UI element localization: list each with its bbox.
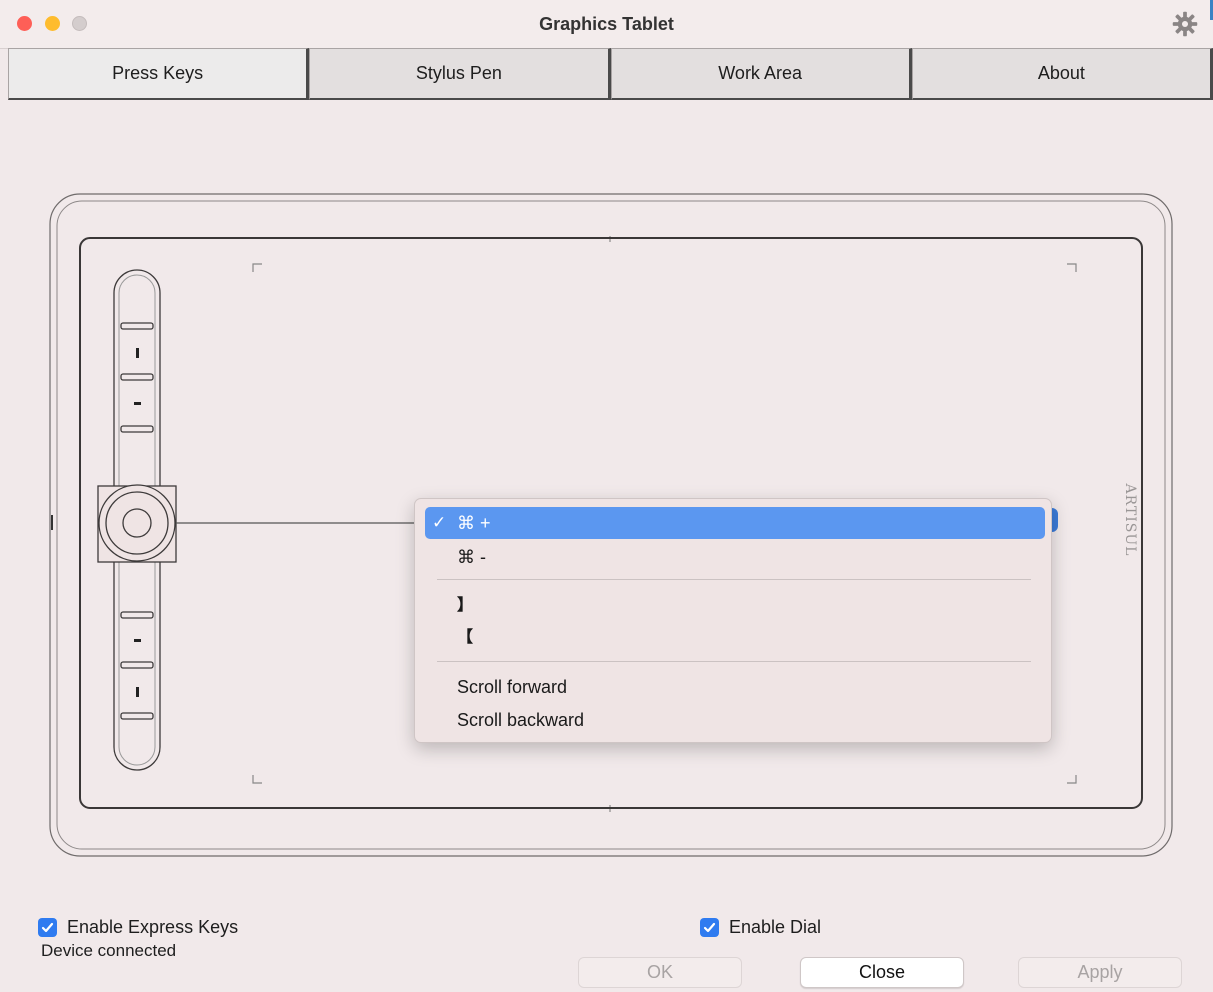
- menu-item-label: Scroll forward: [457, 677, 568, 697]
- enable-express-keys-option[interactable]: Enable Express Keys: [38, 917, 238, 938]
- menu-separator: [437, 661, 1031, 662]
- menu-item-zoom-in[interactable]: ✓ ⌘ +: [425, 507, 1045, 539]
- menu-item-label: 】: [457, 595, 474, 614]
- menu-item-label: ⌘ -: [457, 547, 486, 567]
- menu-item-label: Scroll backward: [457, 710, 585, 730]
- menu-item-label: ⌘ +: [457, 513, 491, 533]
- close-button[interactable]: Close: [800, 957, 964, 988]
- menu-item-scroll-forward[interactable]: Scroll forward: [425, 671, 1045, 703]
- menu-item-zoom-out[interactable]: ⌘ -: [425, 541, 1045, 573]
- apply-button[interactable]: Apply: [1018, 957, 1182, 988]
- menu-item-bracket-left[interactable]: 【: [425, 620, 1045, 652]
- menu-item-bracket-right[interactable]: 】: [425, 588, 1045, 620]
- enable-express-keys-checkbox[interactable]: [38, 918, 57, 937]
- checkmark-icon: ✓: [432, 513, 447, 532]
- enable-dial-option[interactable]: Enable Dial: [700, 917, 821, 938]
- enable-express-keys-label: Enable Express Keys: [67, 917, 239, 937]
- device-status-text: Device connected: [41, 941, 177, 960]
- enable-dial-checkbox[interactable]: [700, 918, 719, 937]
- ok-button[interactable]: OK: [578, 957, 742, 988]
- menu-item-label: 【: [457, 627, 474, 646]
- checkmark-icon: [41, 922, 54, 933]
- menu-item-scroll-backward[interactable]: Scroll backward: [425, 704, 1045, 736]
- menu-separator: [437, 579, 1031, 580]
- dial-function-dropdown-menu: ✓ ⌘ + ⌘ - 】 【 Scroll forward Scroll back…: [414, 498, 1052, 743]
- brand-logo: ARTISUL: [1122, 483, 1138, 557]
- enable-dial-label: Enable Dial: [729, 917, 822, 937]
- checkmark-icon: [703, 922, 716, 933]
- tablet-illustration: ARTISUL: [49, 193, 1173, 857]
